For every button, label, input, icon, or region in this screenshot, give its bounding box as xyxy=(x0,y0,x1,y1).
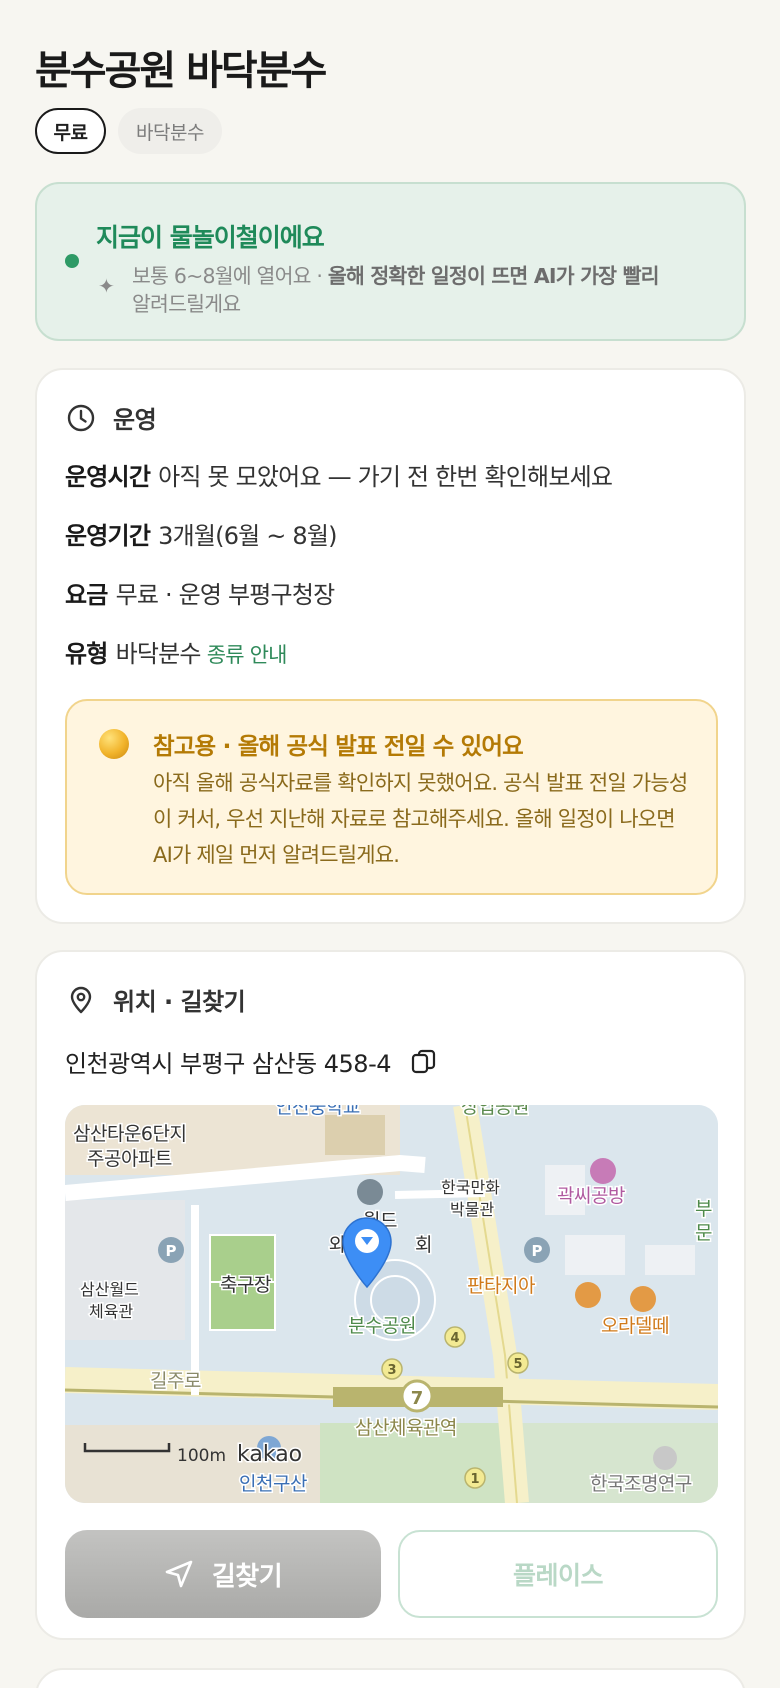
place-button[interactable]: 플레이스 xyxy=(398,1530,718,1618)
map-label-apt2: 주공아파트 xyxy=(87,1148,172,1170)
clock-icon xyxy=(67,404,95,431)
map-scale-label: 100m xyxy=(177,1446,226,1466)
map-label-fantasia: 판타지아 xyxy=(467,1275,535,1297)
place-label: 플레이스 xyxy=(512,1561,604,1590)
copy-address-button[interactable] xyxy=(409,1047,439,1077)
line-number-label: 7 xyxy=(411,1388,424,1409)
map-label-mun: 문 xyxy=(695,1222,712,1244)
operation-card: 운영 운영시간 아직 못 모았어요 — 가기 전 한번 확인해보세요 운영기간 3개… xyxy=(35,368,746,924)
map-label-soccer: 축구장 xyxy=(220,1274,271,1296)
hours-row: 운영시간 아직 못 모았어요 — 가기 전 한번 확인해보세요 xyxy=(65,463,613,491)
period-row: 운영기간 3개월(6월 ~ 8월) xyxy=(65,522,338,550)
map-label-fountain: 분수공원 xyxy=(348,1315,416,1337)
map-label-studio: 곽씨공방 xyxy=(557,1185,625,1207)
map-label-station: 삼산체육관역 xyxy=(355,1417,457,1439)
type-row: 유형 바닥분수 종류 안내 xyxy=(65,640,288,668)
reference-notice: 참고용 · 올해 공식 발표 전일 수 있어요 아직 올해 공식자료를 확인하지… xyxy=(65,699,718,895)
location-map[interactable]: 7 3 4 5 1 P P 삼산타운6단지 주공아파트 인천중학교 상업공원 회… xyxy=(65,1105,718,1503)
season-status-card: 지금이 물놀이철이에요 ✦ 보통 6~8월에 열어요 · 올해 정확한 일정이 … xyxy=(35,182,746,341)
location-heading: 위치 · 길찾기 xyxy=(113,988,246,1016)
exit-5-label: 5 xyxy=(513,1357,522,1372)
operation-header: 운영 xyxy=(65,400,157,435)
map-label-oradelle: 오라델떼 xyxy=(601,1315,669,1337)
address-text: 인천광역시 부평구 삼산동 458-4 xyxy=(65,1050,392,1078)
exit-1-label: 1 xyxy=(470,1472,479,1487)
location-card: 위치 · 길찾기 인천광역시 부평구 삼산동 458-4 7 3 4 5 1 P… xyxy=(35,950,746,1640)
navigation-arrow-icon xyxy=(165,1560,193,1588)
parking-icon: P xyxy=(532,1242,543,1260)
sparkle-icon: ✦ xyxy=(98,274,115,298)
exit-4-label: 4 xyxy=(450,1331,459,1346)
notice-body: 아직 올해 공식자료를 확인하지 못했어요. 공식 발표 전일 가능성이 커서,… xyxy=(153,771,688,867)
location-header: 위치 · 길찾기 xyxy=(65,982,246,1017)
page-title: 분수공원 바닥분수 xyxy=(35,48,327,94)
cafe-icon xyxy=(630,1286,656,1312)
price-chip: 무료 xyxy=(35,108,106,154)
landmark-icon xyxy=(357,1179,383,1205)
exit-3-label: 3 xyxy=(387,1363,396,1378)
next-card-peek xyxy=(35,1668,746,1688)
map-label-apt: 삼산타운6단지 xyxy=(73,1123,186,1145)
craft-shop-icon xyxy=(590,1158,616,1184)
directions-label: 길찾기 xyxy=(211,1561,283,1592)
facility-icon xyxy=(653,1446,677,1470)
map-label-museum2: 박물관 xyxy=(450,1200,494,1219)
map-label-lighting: 한국조명연구 xyxy=(590,1473,692,1495)
map-label-bu: 부 xyxy=(695,1198,712,1220)
parking-icon: P xyxy=(166,1242,177,1260)
type-guide-link[interactable]: 종류 안내 xyxy=(207,643,288,667)
map-label-incheon: 인천구산 xyxy=(239,1473,307,1495)
fee-row: 요금 무료 · 운영 부평구청장 xyxy=(65,581,335,609)
kakao-logo: kakao xyxy=(237,1442,302,1467)
map-label-gym: 삼산월드 xyxy=(80,1280,139,1299)
cafe-icon xyxy=(575,1282,601,1308)
notice-orb-icon xyxy=(99,729,129,759)
address-row: 인천광역시 부평구 삼산동 458-4 xyxy=(65,1044,439,1079)
season-title: 지금이 물놀이철이에요 xyxy=(96,223,325,252)
season-description: 보통 6~8월에 열어요 · 올해 정확한 일정이 뜨면 AI가 가장 빨리 알려… xyxy=(132,264,660,316)
map-label-hall: 회 xyxy=(415,1234,432,1256)
map-label-road: 길주로 xyxy=(150,1370,201,1392)
operation-heading: 운영 xyxy=(113,406,157,434)
type-chip: 바닥분수 xyxy=(118,108,222,154)
directions-button[interactable]: 길찾기 xyxy=(65,1530,381,1618)
map-label-school: 인천중학교 xyxy=(275,1105,360,1118)
status-dot-icon xyxy=(65,254,79,268)
map-label-gym2: 체육관 xyxy=(89,1302,133,1321)
notice-title: 참고용 · 올해 공식 발표 전일 수 있어요 xyxy=(153,732,524,760)
map-label-museum: 한국만화 xyxy=(441,1178,500,1197)
location-pin-icon xyxy=(70,986,92,1013)
copy-icon xyxy=(411,1049,436,1073)
map-label-park: 상업공원 xyxy=(461,1105,529,1118)
